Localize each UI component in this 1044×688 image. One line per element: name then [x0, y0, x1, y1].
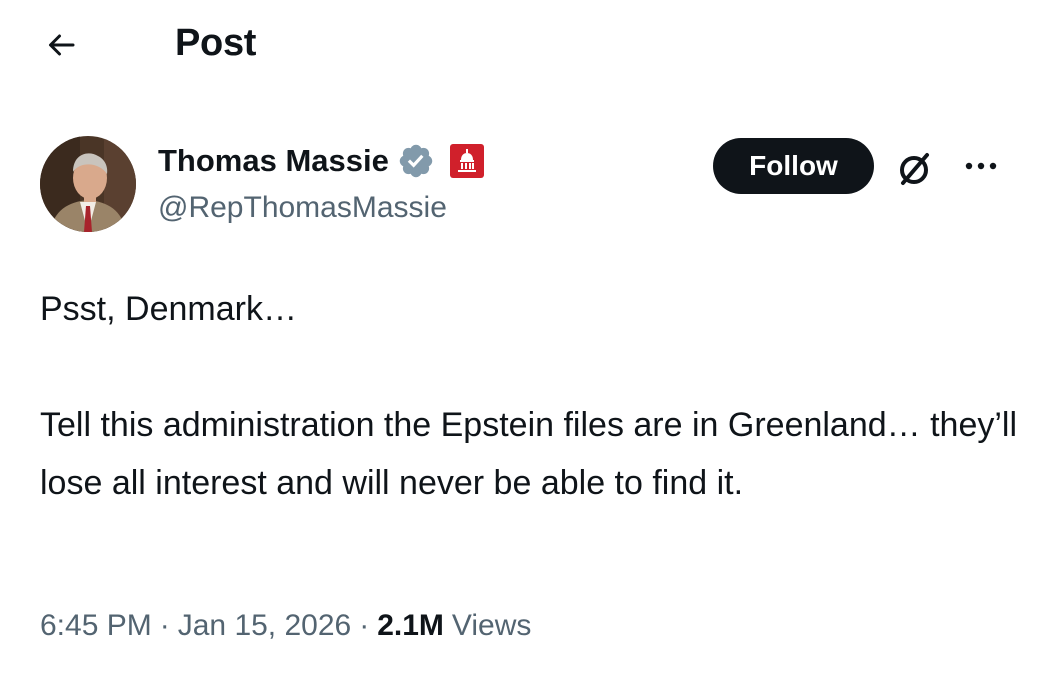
more-options-button[interactable]	[956, 146, 1006, 186]
post-text: Psst, Denmark… Tell this administration …	[40, 280, 1020, 512]
author-handle[interactable]: @RepThomasMassie	[158, 188, 447, 228]
post-meta: 6:45 PM · Jan 15, 2026 · 2.1M Views	[40, 602, 531, 650]
arrow-left-icon	[49, 34, 75, 56]
back-button[interactable]	[38, 22, 84, 68]
author-row: Thomas Massie @RepThomasMassie Follow	[0, 130, 1044, 240]
follow-button[interactable]: Follow	[713, 138, 874, 194]
views-label: Views	[451, 609, 532, 642]
post-date[interactable]: Jan 15, 2026	[178, 609, 351, 643]
name-line: Thomas Massie	[158, 138, 485, 184]
grok-icon	[900, 153, 929, 185]
page-header: Post	[0, 0, 1044, 90]
views-count: 2.1M	[377, 609, 444, 642]
meta-separator: ·	[359, 609, 370, 642]
post-paragraph: Tell this administration the Epstein fil…	[40, 406, 1018, 502]
page-title: Post	[175, 22, 257, 64]
author-display-name[interactable]: Thomas Massie	[158, 141, 389, 181]
verified-badge-icon	[399, 144, 433, 178]
capitol-dome-icon	[449, 144, 484, 178]
post-paragraph: Psst, Denmark…	[40, 290, 297, 328]
meta-separator: ·	[159, 609, 170, 642]
post-time[interactable]: 6:45 PM	[40, 609, 152, 643]
more-dots-icon	[965, 162, 997, 170]
avatar[interactable]	[40, 136, 136, 232]
grok-button[interactable]	[890, 144, 940, 194]
